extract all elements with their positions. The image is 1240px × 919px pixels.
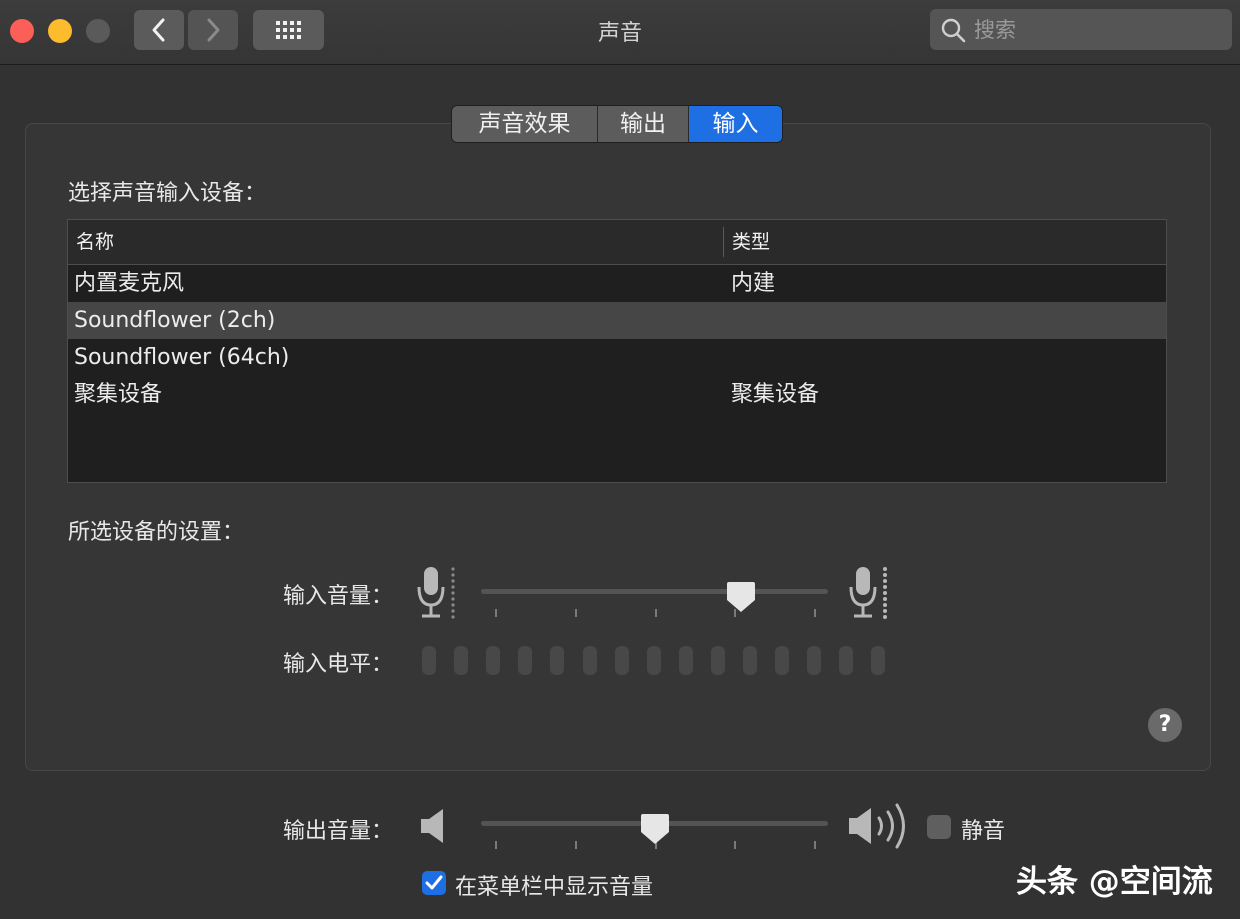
- input-volume-ticks: [481, 609, 828, 619]
- title-bar: 声音: [0, 0, 1240, 65]
- tab-output[interactable]: 输出: [598, 106, 689, 142]
- column-header-type[interactable]: 类型: [732, 220, 770, 264]
- table-row[interactable]: 聚集设备 聚集设备: [68, 376, 1166, 413]
- select-device-label: 选择声音输入设备：: [68, 181, 267, 206]
- table-row[interactable]: 内置麦克风 内建: [68, 265, 1166, 302]
- show-volume-in-menubar-checkbox[interactable]: [422, 871, 446, 895]
- slider-tick: [495, 609, 497, 617]
- mute-label: 静音: [961, 819, 1006, 844]
- search-field[interactable]: [930, 9, 1232, 50]
- microphone-high-icon: [849, 567, 887, 619]
- device-name: 内置麦克风: [74, 271, 185, 296]
- level-segment: [454, 646, 469, 675]
- input-volume-label: 输入音量：: [283, 584, 394, 609]
- mute-checkbox[interactable]: [927, 815, 951, 839]
- checkmark-icon: [425, 875, 443, 890]
- table-row[interactable]: Soundflower (64ch): [68, 339, 1166, 376]
- level-segment: [678, 646, 693, 675]
- help-button[interactable]: ?: [1148, 708, 1182, 742]
- slider-tick: [495, 841, 497, 849]
- level-segment: [807, 646, 822, 675]
- tab-bar: 声音效果 输出 输入: [451, 105, 783, 143]
- level-segment: [775, 646, 790, 675]
- slider-tick: [814, 609, 816, 617]
- search-input[interactable]: [972, 16, 1216, 43]
- slider-tick: [814, 841, 816, 849]
- level-segment: [486, 646, 501, 675]
- speaker-high-icon: [849, 803, 905, 849]
- output-volume-label: 输出音量：: [283, 819, 394, 844]
- slider-tick: [574, 609, 577, 617]
- output-volume-thumb[interactable]: [640, 812, 670, 846]
- search-icon: [941, 18, 966, 42]
- level-segment: [614, 646, 629, 675]
- level-segment: [710, 646, 725, 675]
- table-header: 名称 类型: [68, 220, 1166, 265]
- level-segment: [646, 646, 661, 675]
- show-volume-in-menubar-label: 在菜单栏中显示音量: [455, 875, 654, 900]
- input-volume-thumb[interactable]: [726, 580, 756, 614]
- level-segment: [518, 646, 533, 675]
- device-name: Soundflower (2ch): [74, 308, 276, 333]
- slider-tick: [654, 609, 657, 617]
- tab-sound-effects[interactable]: 声音效果: [452, 106, 598, 142]
- device-type: 聚集设备: [731, 382, 820, 407]
- level-segment: [550, 646, 565, 675]
- device-name: 聚集设备: [74, 382, 163, 407]
- level-segment: [743, 646, 757, 675]
- selected-device-settings-label: 所选设备的设置：: [68, 520, 245, 545]
- column-header-name[interactable]: 名称: [76, 220, 114, 264]
- tab-input[interactable]: 输入: [689, 106, 782, 142]
- table-row[interactable]: Soundflower (2ch): [68, 302, 1166, 339]
- input-level-label: 输入电平：: [283, 652, 394, 677]
- column-divider: [723, 227, 724, 257]
- device-table: 名称 类型 内置麦克风 内建 Soundflower (2ch) Soundfl…: [67, 219, 1167, 483]
- level-segment: [422, 646, 436, 675]
- slider-tick: [734, 841, 737, 849]
- device-name: Soundflower (64ch): [74, 345, 290, 370]
- level-segment: [871, 646, 886, 675]
- device-type: 内建: [731, 271, 776, 296]
- level-segment: [582, 646, 597, 675]
- speaker-low-icon: [421, 809, 443, 843]
- level-segment: [839, 646, 854, 675]
- slider-tick: [574, 841, 577, 849]
- watermark: 头条 @空间流: [1016, 864, 1213, 900]
- microphone-low-icon: [417, 567, 455, 619]
- input-volume-track[interactable]: [481, 589, 828, 594]
